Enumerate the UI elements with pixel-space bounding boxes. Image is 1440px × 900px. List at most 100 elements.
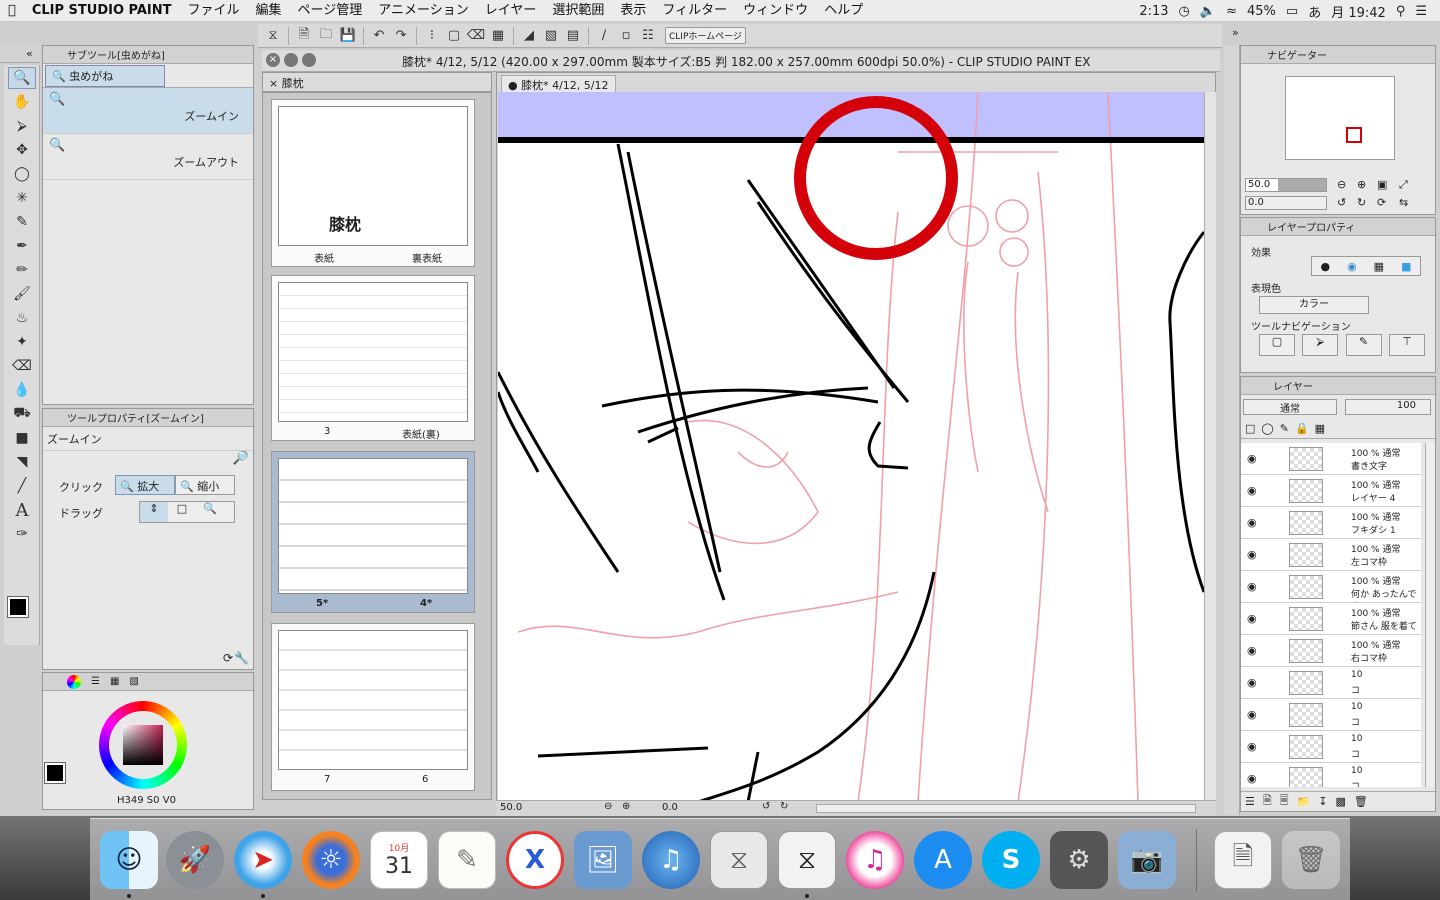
rotate-right-icon[interactable]: ↻ (780, 801, 788, 812)
volume-icon[interactable]: 🔈 (1195, 4, 1221, 19)
merge-down-icon[interactable]: ↧ (1318, 795, 1327, 808)
app-menu[interactable]: CLIP STUDIO PAINT (24, 0, 180, 22)
extract-line-icon[interactable]: ◉ (1347, 260, 1357, 273)
layer-row[interactable]: ◉100 % 通常何か あったんです (1241, 571, 1421, 613)
preview-icon[interactable]: 🖼 (574, 831, 632, 889)
screen-tone-icon[interactable]: ▧ (541, 26, 561, 46)
itunes-helper-icon[interactable]: ♫ (642, 831, 700, 889)
visibility-eye-icon[interactable]: ◉ (1247, 772, 1257, 785)
nav-flip-icon[interactable]: ⇆ (1399, 196, 1408, 209)
main-color-swatch[interactable] (7, 596, 29, 618)
angle-value[interactable]: 0.0 (662, 802, 678, 813)
layer-settings-icon[interactable]: ☰ (1245, 795, 1255, 808)
grid-snap-icon[interactable]: ☷ (638, 26, 658, 46)
effect-buttons[interactable]: ● ◉ ▦ ■ (1311, 256, 1421, 276)
visibility-eye-icon[interactable]: ◉ (1247, 452, 1257, 465)
color-slider-tab-icon[interactable]: ☰ (91, 676, 100, 687)
gradient-icon[interactable]: ■ (8, 427, 36, 449)
collapse-left-icon[interactable]: « (26, 47, 33, 60)
menu-filter[interactable]: フィルター (654, 0, 735, 22)
border-effect-icon[interactable]: ● (1320, 260, 1330, 273)
launchpad-icon[interactable]: 🚀 (166, 831, 224, 889)
zoom-in-option[interactable]: 🔍 拡大 (115, 475, 175, 495)
minimize-icon[interactable] (284, 53, 298, 67)
nav-fit-icon[interactable]: ⤢ (1399, 178, 1408, 192)
trash-icon[interactable]: 🗑 (1282, 831, 1340, 889)
saturation-value-square[interactable] (123, 725, 163, 765)
battery-percent[interactable]: 45% (1242, 4, 1281, 19)
new-raster-layer-icon[interactable]: 🗎 (1263, 792, 1272, 811)
save-icon[interactable]: 💾 (338, 26, 358, 46)
visibility-eye-icon[interactable]: ◉ (1247, 612, 1257, 625)
system-preferences-icon[interactable]: ⚙ (1050, 831, 1108, 889)
figure-icon[interactable]: ◥ (8, 451, 36, 473)
text-tool-icon[interactable]: A (8, 499, 36, 521)
opacity-field[interactable]: 100 (1345, 399, 1431, 415)
erase-selection-icon[interactable]: ⌫ (466, 26, 486, 46)
clip-icon[interactable]: ⧖ (710, 831, 768, 889)
navigator-preview[interactable] (1285, 76, 1395, 160)
layer-scrollbar[interactable] (1425, 443, 1435, 787)
special-ruler-snap-icon[interactable]: ▫ (616, 26, 636, 46)
layer-row[interactable]: ◉ 10 コ (1241, 731, 1421, 763)
drawing-canvas[interactable] (498, 92, 1204, 802)
navigator-view-frame[interactable] (1346, 127, 1362, 143)
input-method[interactable]: あ (1303, 2, 1326, 21)
visibility-eye-icon[interactable]: ◉ (1247, 516, 1257, 529)
rotate-left-icon[interactable]: ↺ (762, 801, 770, 812)
eraser-icon[interactable]: ⌫ (8, 355, 36, 377)
nav-zoom-in-icon[interactable]: ⊕ (1357, 178, 1366, 191)
document-icon[interactable]: 🗎 (1214, 831, 1272, 889)
pen-icon[interactable]: ✒ (8, 235, 36, 257)
layer-row[interactable]: ◉ 100 % 通常 左コマ枠 (1241, 539, 1421, 571)
decoration-icon[interactable]: ✦ (8, 331, 36, 353)
clip-studio-icon[interactable]: ⧖ (778, 831, 836, 889)
current-color-swatch[interactable] (44, 762, 66, 784)
nav-actual-size-icon[interactable]: ▣ (1377, 178, 1387, 191)
selection-icon[interactable]: ▤ (563, 26, 583, 46)
menu-file[interactable]: ファイル (180, 0, 248, 22)
new-vector-layer-icon[interactable]: 🗏 (1280, 792, 1289, 811)
layer-row[interactable]: ◉ 100 % 通常 右コマ枠 (1241, 635, 1421, 667)
move-layer-icon[interactable]: ✥ (8, 139, 36, 161)
notification-center-icon[interactable]: ☰ (1410, 4, 1432, 19)
reset-icon[interactable]: ⟳ (223, 651, 233, 665)
reference-layer-icon[interactable]: ◯ (1261, 422, 1273, 435)
nav-rotate-left-icon[interactable]: ↺ (1337, 196, 1346, 209)
layer-row[interactable]: ◉ 100 % 通常 フキダシ 1 (1241, 507, 1421, 539)
layer-row[interactable]: ◉ 10 コ (1241, 667, 1421, 699)
zoom-tool-icon[interactable]: 🔍 (8, 67, 36, 89)
object-tool-icon[interactable]: ⮚ (8, 115, 36, 137)
visibility-eye-icon[interactable]: ◉ (1247, 740, 1257, 753)
color-history-tab-icon[interactable]: ▧ (129, 676, 138, 687)
layer-row[interactable]: ◉ 100 % 通常 レイヤー 4 (1241, 475, 1421, 507)
rect-zoom-icon[interactable]: □ (168, 502, 196, 522)
fill-tool-icon[interactable]: ⛟ (8, 403, 36, 425)
ruler-icon[interactable]: ⊤ (1388, 334, 1425, 356)
eyedropper-icon[interactable]: ✎ (8, 211, 36, 233)
layer-row[interactable]: ◉ 10 コ (1241, 699, 1421, 731)
menu-page[interactable]: ページ管理 (290, 0, 371, 22)
page-card-selected[interactable]: 5* 4* (271, 451, 475, 613)
hue-ring[interactable] (99, 701, 187, 789)
blend-mode-select[interactable]: 通常 (1243, 399, 1337, 415)
clock[interactable]: 月 19:42 (1326, 2, 1391, 21)
clip-logo-icon[interactable]: ⧖ (263, 26, 283, 46)
visibility-eye-icon[interactable]: ◉ (1247, 644, 1257, 657)
color-set-tab-icon[interactable]: ▦ (110, 676, 119, 687)
blend-icon[interactable]: 💧 (8, 379, 36, 401)
hand-tool-icon[interactable]: ✋ (8, 91, 36, 113)
lasso-icon[interactable]: ◯ (8, 163, 36, 185)
navigator-zoom-slider[interactable]: 50.0 (1245, 178, 1327, 192)
spotlight-icon[interactable]: ⚲ (1391, 4, 1411, 19)
status-time-left[interactable]: 2:13 (1134, 4, 1173, 19)
layer-row[interactable]: ◉ 100 % 通常 節さん 服を着て (1241, 603, 1421, 635)
menu-help[interactable]: ヘルプ (816, 0, 871, 22)
page-card[interactable]: 7 6 (271, 623, 475, 791)
zoom-out-option[interactable]: 🔍 縮小 (175, 475, 235, 495)
firefox-icon[interactable]: ☼ (302, 831, 360, 889)
menu-window[interactable]: ウィンドウ (735, 0, 816, 22)
subtool-zoom-out[interactable]: 🔍 ズームアウト (43, 134, 253, 180)
page-card[interactable]: 膝枕 表紙 裏表紙 (271, 99, 475, 267)
clip-layer-icon[interactable]: □ (1245, 422, 1255, 435)
